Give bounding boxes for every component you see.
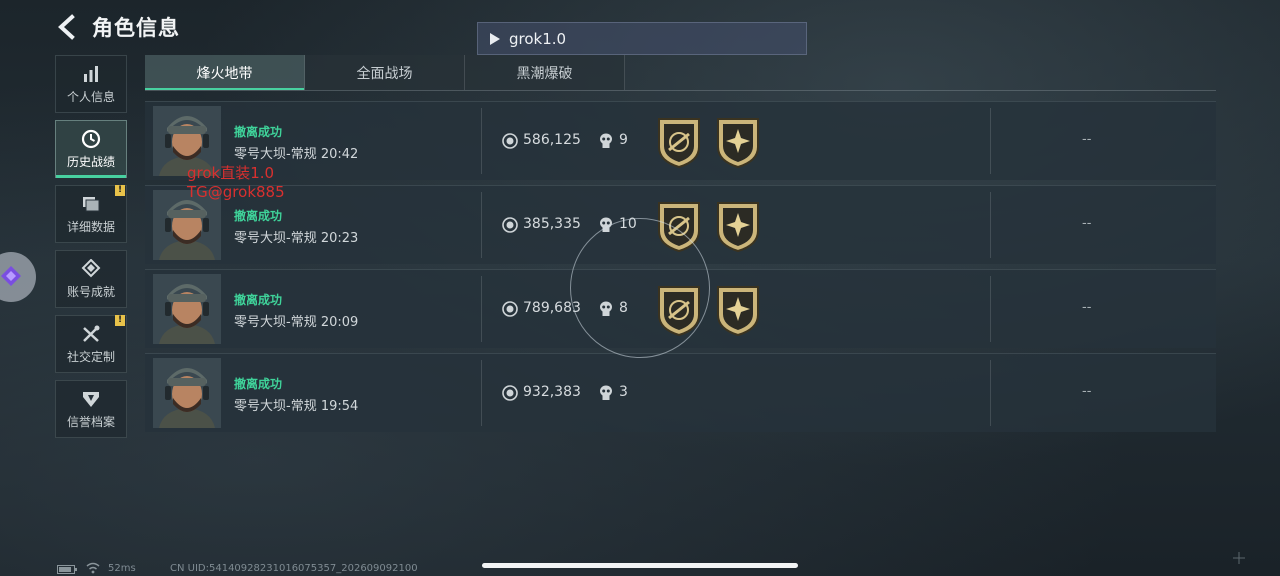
coin-icon [502, 133, 518, 149]
sidebar-item-label: 详细数据 [66, 219, 115, 234]
player-name: grok1.0 [509, 29, 567, 48]
operator-avatar [153, 358, 221, 428]
alert-badge: ! [115, 185, 125, 196]
column-divider [481, 276, 482, 342]
skull-icon [599, 385, 613, 401]
operator-avatar [153, 274, 221, 344]
player-name-box[interactable]: grok1.0 [477, 22, 807, 55]
folder-icon [83, 196, 100, 211]
loot-value: 586,125 [523, 132, 581, 148]
extraction-status: 撤离成功 [234, 209, 283, 223]
extraction-status: 撤离成功 [234, 125, 283, 139]
mode-tabs: 烽火地带 全面战场 黑潮爆破 [145, 55, 625, 90]
back-arrow-icon[interactable] [52, 12, 82, 42]
star-badge-icon[interactable] [714, 117, 762, 169]
loot-value: 932,383 [523, 384, 581, 400]
shield-icon [83, 391, 99, 407]
extraction-status: 撤离成功 [234, 293, 283, 307]
sidebar-item-label: 社交定制 [66, 349, 115, 364]
tab-black-tide[interactable]: 黑潮爆破 [465, 55, 625, 90]
map-and-time: 零号大坝-常规 20:42 [234, 147, 359, 162]
plus-icon [1233, 552, 1245, 564]
clock-icon [81, 129, 101, 148]
sidebar-item-detailed-data[interactable]: ! 详细数据 [55, 185, 127, 243]
sidebar-item-label: 账号成就 [66, 284, 115, 299]
sidebar-item-social-custom[interactable]: ! 社交定制 [55, 315, 127, 373]
touch-indicator [570, 218, 710, 358]
watermark-line-1: grok直装1.0 [187, 164, 275, 182]
medal-icon [81, 258, 101, 277]
watermark-line-2: TG@grok885 [187, 183, 285, 201]
column-divider [990, 192, 991, 258]
sidebar-item-label: 历史战绩 [66, 154, 115, 169]
page-title: 角色信息 [92, 16, 180, 40]
star-badge-icon[interactable] [714, 201, 762, 253]
weapon-badge-icon[interactable] [655, 117, 703, 169]
extra-stat: -- [1082, 132, 1092, 147]
map-and-time: 零号大坝-常规 19:54 [234, 399, 359, 414]
map-and-time: 零号大坝-常规 20:09 [234, 315, 359, 330]
wifi-icon [86, 562, 100, 574]
sidebar-item-achievements[interactable]: 账号成就 [55, 250, 127, 308]
coin-icon [502, 217, 518, 233]
floating-assistant-button[interactable] [0, 252, 36, 302]
column-divider [990, 276, 991, 342]
column-divider [481, 192, 482, 258]
extra-stat: -- [1082, 300, 1092, 315]
home-indicator[interactable] [482, 563, 798, 568]
extra-stat: -- [1082, 216, 1092, 231]
sidebar-item-credit-record[interactable]: 信誉档案 [55, 380, 127, 438]
sidebar-item-history[interactable]: 历史战绩 [55, 120, 127, 178]
extraction-status: 撤离成功 [234, 377, 283, 391]
play-icon [490, 32, 500, 45]
match-record-row[interactable]: 撤离成功 零号大坝-常规 20:42 586,125 9 -- [145, 101, 1216, 180]
column-divider [481, 360, 482, 426]
loot-value: 385,335 [523, 216, 581, 232]
sidebar-item-label: 信誉档案 [66, 414, 115, 429]
coin-icon [502, 301, 518, 317]
tab-all-out-war[interactable]: 全面战场 [305, 55, 465, 90]
battery-icon [57, 565, 77, 574]
column-divider [481, 108, 482, 174]
sidebar-item-personal-info[interactable]: 个人信息 [55, 55, 127, 113]
tools-icon [83, 325, 100, 342]
column-divider [990, 360, 991, 426]
alert-badge: ! [115, 315, 125, 326]
user-uid: CN UID:54140928231016075357_202609092100 [170, 563, 418, 574]
sidebar-item-label: 个人信息 [66, 89, 115, 104]
sidebar: 个人信息 历史战绩 ! 详细数据 账号成就 ! 社交定制 信誉档案 [55, 55, 129, 445]
bar-chart-icon [84, 65, 98, 82]
column-divider [990, 108, 991, 174]
coin-icon [502, 385, 518, 401]
tab-divider [145, 90, 1216, 91]
extra-stat: -- [1082, 384, 1092, 399]
ping-latency: 52ms [108, 563, 136, 574]
tab-beacon-zone[interactable]: 烽火地带 [145, 55, 305, 90]
star-badge-icon[interactable] [714, 285, 762, 337]
kill-count: 9 [619, 132, 628, 148]
diamond-icon [1, 266, 21, 286]
kill-count: 3 [619, 384, 628, 400]
map-and-time: 零号大坝-常规 20:23 [234, 231, 359, 246]
match-record-row[interactable]: 撤离成功 零号大坝-常规 19:54 932,383 3 -- [145, 353, 1216, 432]
skull-icon [599, 133, 613, 149]
